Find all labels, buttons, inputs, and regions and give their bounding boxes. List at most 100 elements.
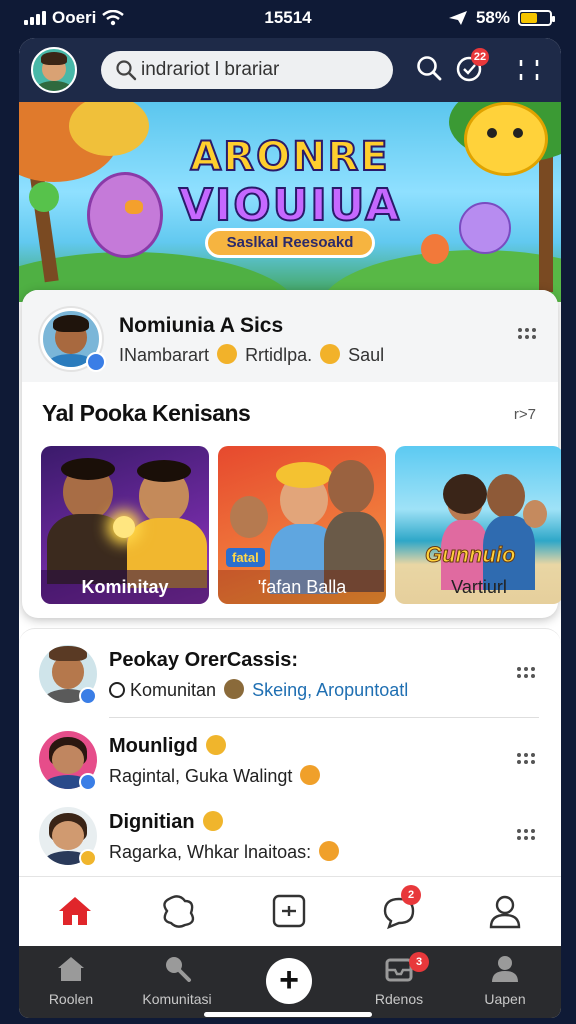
tile-person-hair xyxy=(443,474,487,514)
search-input[interactable]: indrariot l brariar xyxy=(101,51,393,89)
more-options-icon[interactable] xyxy=(517,667,535,678)
home-indicator[interactable] xyxy=(204,1012,372,1017)
banner-title-line-1: ARONRE xyxy=(189,133,390,181)
verified-badge-icon xyxy=(79,687,97,705)
glow-light-icon xyxy=(113,516,135,538)
globe-icon xyxy=(109,682,125,698)
tile-label: 'fafan Balla xyxy=(218,570,386,604)
feed-item[interactable]: Peokay OrerCassis: Komunitan Skeing, Aro… xyxy=(19,637,561,717)
avatar-hat xyxy=(49,646,87,662)
banner-tagline-pill[interactable]: Saslkal Reesoakd xyxy=(205,228,375,258)
feed-meta: Ragintal, Guka Walingt xyxy=(109,765,323,787)
yellow-creature-eye-2 xyxy=(513,128,523,138)
notifications-button[interactable]: 22 xyxy=(455,48,489,84)
profile-icon xyxy=(492,956,518,982)
feed-meta: Ragarka, Whkar lnaitoas: xyxy=(109,841,342,863)
tile-child-head xyxy=(230,496,268,538)
monkey-emoji-icon xyxy=(224,679,245,699)
crown-badge-icon xyxy=(203,811,224,831)
battery-icon xyxy=(518,10,555,26)
more-options-icon[interactable] xyxy=(517,753,535,764)
feed-item[interactable]: Dignitian Ragarka, Whkar lnaitoas: xyxy=(19,799,561,879)
search-button-icon[interactable] xyxy=(415,54,443,82)
yellow-creature xyxy=(464,102,548,176)
more-options-icon[interactable] xyxy=(517,829,535,840)
tile-label: Vartiurl xyxy=(451,577,507,597)
search-text: indrariot l brariar xyxy=(141,59,280,80)
post-meta: INambarart Rrtidlpa. Saul xyxy=(119,344,384,366)
promo-banner[interactable]: ARONRE VIOUIUA Saslkal Reesoakd xyxy=(19,102,561,302)
create-post-button[interactable]: + xyxy=(266,958,312,1004)
more-options-icon[interactable] xyxy=(518,328,536,339)
green-creature xyxy=(29,182,59,212)
search-icon xyxy=(116,60,137,81)
avatar-head xyxy=(51,744,85,774)
grin-emoji-icon xyxy=(320,344,341,364)
lavender-creature xyxy=(459,202,511,254)
avatar-head xyxy=(51,820,85,850)
nav-profile[interactable]: Uapen xyxy=(455,954,555,1007)
nav-inbox-label: Rdenos xyxy=(374,991,424,1007)
nav-home[interactable]: Roolen xyxy=(21,954,121,1007)
post-author-name: Nomiunia A Sics xyxy=(119,314,284,337)
feed-author-name: Dignitian xyxy=(109,811,226,834)
tile-person-head-2 xyxy=(328,460,374,514)
tile-person-turban xyxy=(276,462,332,488)
top-bar: indrariot l brariar 22 xyxy=(19,38,561,102)
tile-person-hair xyxy=(61,458,115,480)
home-tab-icon[interactable] xyxy=(55,891,95,931)
community-tile-1[interactable]: Kominitay xyxy=(41,446,209,604)
profile-tab-icon[interactable] xyxy=(485,891,525,931)
emoji-icon xyxy=(300,765,321,785)
feed-list: Peokay OrerCassis: Komunitan Skeing, Aro… xyxy=(19,628,561,878)
tree-trunk-right xyxy=(539,142,553,292)
status-right: 58% xyxy=(448,8,555,28)
add-tab-icon[interactable] xyxy=(269,891,309,931)
nav-inbox[interactable]: 3 Rdenos xyxy=(349,952,449,1007)
tile-label: Kominitay xyxy=(41,570,209,604)
purple-creature xyxy=(87,172,163,258)
orange-creature xyxy=(421,234,449,264)
feed-item[interactable]: Mounligd Ragintal, Guka Walingt xyxy=(19,723,561,803)
menu-brackets-icon[interactable] xyxy=(517,58,541,82)
tile-person-hair-2 xyxy=(137,460,191,482)
yellow-creature-eye xyxy=(487,128,497,138)
verified-badge-icon xyxy=(86,352,106,372)
community-tile-2[interactable]: fatal 'fafan Balla xyxy=(218,446,386,604)
notification-badge: 22 xyxy=(471,48,489,66)
smile-emoji-icon xyxy=(217,344,238,364)
avatar-hair xyxy=(40,52,68,65)
tile-sign: fatal xyxy=(226,548,265,567)
nav-profile-label: Uapen xyxy=(484,991,526,1007)
inbox-badge: 3 xyxy=(409,952,429,972)
community-tile-3[interactable]: Gunnuio Vartiurl xyxy=(395,446,561,604)
community-tab-icon[interactable] xyxy=(159,891,199,931)
avatar-hair xyxy=(53,315,89,333)
post-meta-right: Saul xyxy=(348,345,385,365)
tile-child-head xyxy=(523,500,547,528)
purple-creature-beak xyxy=(125,200,143,214)
profile-avatar[interactable] xyxy=(31,47,77,93)
messages-tab[interactable]: 2 xyxy=(379,885,421,931)
feed-author-name: Peokay OrerCassis: xyxy=(109,649,299,671)
feed-meta-link[interactable]: Skeing, Aropuntoatl xyxy=(252,680,408,700)
nav-community[interactable]: Komunitasi xyxy=(127,954,227,1007)
location-arrow-icon xyxy=(448,11,467,25)
section-more-link[interactable]: r>7 xyxy=(514,406,536,423)
post-meta-mid: Rrtidlpa. xyxy=(245,345,313,365)
post-header[interactable]: Nomiunia A Sics INambarart Rrtidlpa. Sau… xyxy=(22,290,558,382)
tile-overlay-title: Gunnuio xyxy=(424,542,516,568)
tile-person-head-2 xyxy=(487,474,525,518)
battery-percent: 58% xyxy=(475,8,510,27)
home-icon xyxy=(58,957,84,981)
feed-meta-text: Komunitan xyxy=(130,680,217,700)
search-icon xyxy=(166,957,191,982)
feed-meta-text: Ragarka, Whkar lnaitoas: xyxy=(109,842,312,862)
featured-post-card: Nomiunia A Sics INambarart Rrtidlpa. Sau… xyxy=(22,290,561,618)
tree-fruit-left xyxy=(69,102,149,156)
feed-divider xyxy=(109,717,539,718)
messages-badge: 2 xyxy=(401,885,421,905)
verified-badge-icon xyxy=(79,849,97,867)
feed-meta: Komunitan Skeing, Aropuntoatl xyxy=(109,679,408,701)
nav-community-label: Komunitasi xyxy=(142,991,212,1007)
